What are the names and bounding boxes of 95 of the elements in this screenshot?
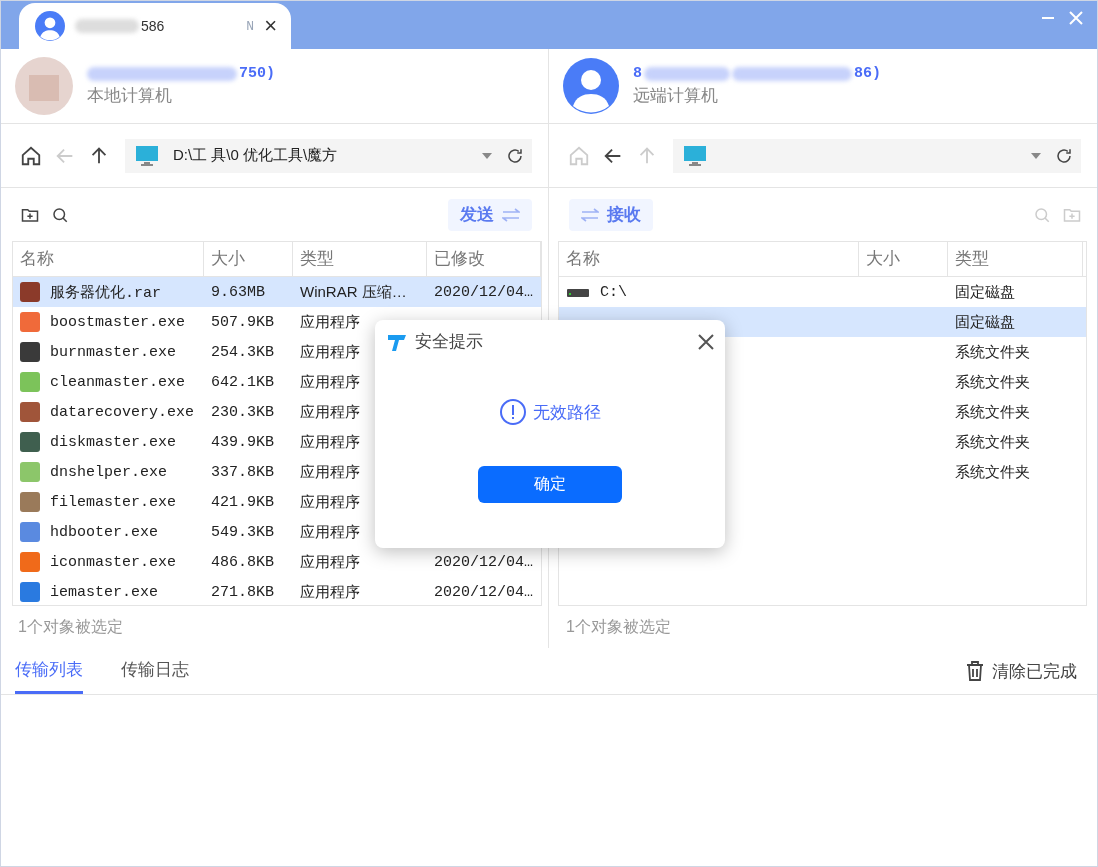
file-size: 549.3KB <box>211 523 274 541</box>
file-row[interactable]: iconmaster.exe 486.8KB 应用程序 2020/12/04… <box>13 547 541 577</box>
file-type: WinRAR 压缩… <box>300 282 407 302</box>
dropdown-caret-icon[interactable] <box>482 152 492 159</box>
trash-icon <box>966 661 984 681</box>
avatar <box>15 57 73 115</box>
column-header[interactable]: 大小 <box>859 242 948 276</box>
path-field[interactable] <box>673 138 1081 173</box>
file-name: 服务器优化.rar <box>50 283 161 302</box>
file-type: 系统文件夹 <box>955 462 1030 482</box>
file-size: 230.3KB <box>211 403 274 421</box>
send-button[interactable]: 发送 <box>448 198 532 231</box>
file-type: 应用程序 <box>300 492 360 512</box>
bottom-tab[interactable]: 传输日志 <box>121 648 189 694</box>
file-type: 应用程序 <box>300 402 360 422</box>
selection-status: 1个对象被选定 <box>18 616 123 637</box>
modified-date: 2020/12/04… <box>434 583 534 601</box>
dropdown-caret-icon[interactable] <box>1031 152 1041 159</box>
file-row[interactable]: hdbooter.exe 549.3KB 应用程序 <box>13 517 541 547</box>
file-name: datarecovery.exe <box>50 403 195 421</box>
file-type: 应用程序 <box>300 522 360 542</box>
column-header[interactable]: 名称 <box>13 242 204 276</box>
column-header[interactable]: 类型 <box>948 242 1083 276</box>
modified-date: 2020/12/04… <box>434 283 534 301</box>
avatar <box>563 58 619 114</box>
column-header[interactable]: 已修改 <box>427 242 541 276</box>
close-icon[interactable] <box>697 332 715 351</box>
file-name: iemaster.exe <box>50 583 159 601</box>
file-name: burnmaster.exe <box>50 343 177 361</box>
computer-label: 本地计算机 <box>87 85 173 107</box>
monitor-icon <box>135 144 159 167</box>
file-size: 9.63MB <box>211 283 265 301</box>
computer-name: 8 86) <box>633 65 882 82</box>
path-field[interactable]: D:\工 具\0 优化工具\魔方 <box>125 138 532 173</box>
search-icon[interactable] <box>51 205 69 224</box>
receive-button[interactable]: 接收 <box>569 198 653 231</box>
tab-title: 586 <box>75 18 237 34</box>
file-type: 应用程序 <box>300 342 360 362</box>
avatar <box>35 11 65 41</box>
modified-date: 2020/12/04… <box>434 553 534 571</box>
refresh-icon[interactable] <box>506 146 524 165</box>
file-row[interactable]: 服务器优化.rar 9.63MB WinRAR 压缩… 2020/12/04… <box>13 277 541 307</box>
file-type: 系统文件夹 <box>955 342 1030 362</box>
file-type: 应用程序 <box>300 552 360 572</box>
dialog-title: 安全提示 <box>415 331 484 353</box>
file-type: 应用程序 <box>300 462 360 482</box>
file-size: 507.9KB <box>211 313 274 331</box>
file-name: diskmaster.exe <box>50 433 177 451</box>
file-type: 固定磁盘 <box>955 282 1015 302</box>
file-type: 应用程序 <box>300 582 360 602</box>
column-header[interactable]: 名称 <box>559 242 859 276</box>
file-name: hdbooter.exe <box>50 523 159 541</box>
monitor-icon <box>683 144 707 167</box>
swap-icon <box>581 207 599 222</box>
computer-name: 750) <box>87 65 275 82</box>
dialog-message: 无效路径 <box>533 401 601 424</box>
file-type: 系统文件夹 <box>955 372 1030 392</box>
file-type: 应用程序 <box>300 312 360 332</box>
file-type: 应用程序 <box>300 432 360 452</box>
file-type: 系统文件夹 <box>955 432 1030 452</box>
file-name: iconmaster.exe <box>50 553 177 571</box>
refresh-icon[interactable] <box>1055 146 1073 165</box>
clear-completed-button[interactable]: 清除已完成 <box>960 648 1083 694</box>
file-name: boostmaster.exe <box>50 313 186 331</box>
file-type: 固定磁盘 <box>955 312 1015 332</box>
file-size: 486.8KB <box>211 553 274 571</box>
home-icon <box>568 144 590 167</box>
file-row[interactable]: C:\ 固定磁盘 <box>559 277 1086 307</box>
confirm-button[interactable]: 确定 <box>478 466 622 503</box>
column-header[interactable]: 大小 <box>204 242 293 276</box>
file-size: 337.8KB <box>211 463 274 481</box>
file-row[interactable]: cleanmaster.exe 642.1KB 应用程序 <box>13 367 541 397</box>
file-row[interactable]: diskmaster.exe 439.9KB 应用程序 <box>13 427 541 457</box>
file-row[interactable]: iemaster.exe 271.8KB 应用程序 2020/12/04… <box>13 577 541 605</box>
close-tab-button[interactable]: × <box>264 15 277 37</box>
file-name: dnshelper.exe <box>50 463 168 481</box>
column-header[interactable]: 类型 <box>293 242 427 276</box>
bottom-tab[interactable]: 传输列表 <box>15 648 83 694</box>
file-size: 421.9KB <box>211 493 274 511</box>
file-type: 应用程序 <box>300 372 360 392</box>
file-size: 271.8KB <box>211 583 274 601</box>
computer-label: 远端计算机 <box>633 85 719 107</box>
file-name: filemaster.exe <box>50 493 177 511</box>
file-name: cleanmaster.exe <box>50 373 186 391</box>
home-icon <box>20 144 42 167</box>
warning-icon <box>499 398 527 426</box>
drive-icon <box>566 286 590 298</box>
file-name: C:\ <box>600 283 627 301</box>
file-size: 439.9KB <box>211 433 274 451</box>
swap-icon <box>502 207 520 222</box>
selection-status: 1个对象被选定 <box>566 616 671 637</box>
file-size: 642.1KB <box>211 373 274 391</box>
session-tab[interactable]: 586 N × <box>19 3 291 49</box>
file-size: 254.3KB <box>211 343 274 361</box>
tab-letter: N <box>246 18 255 34</box>
